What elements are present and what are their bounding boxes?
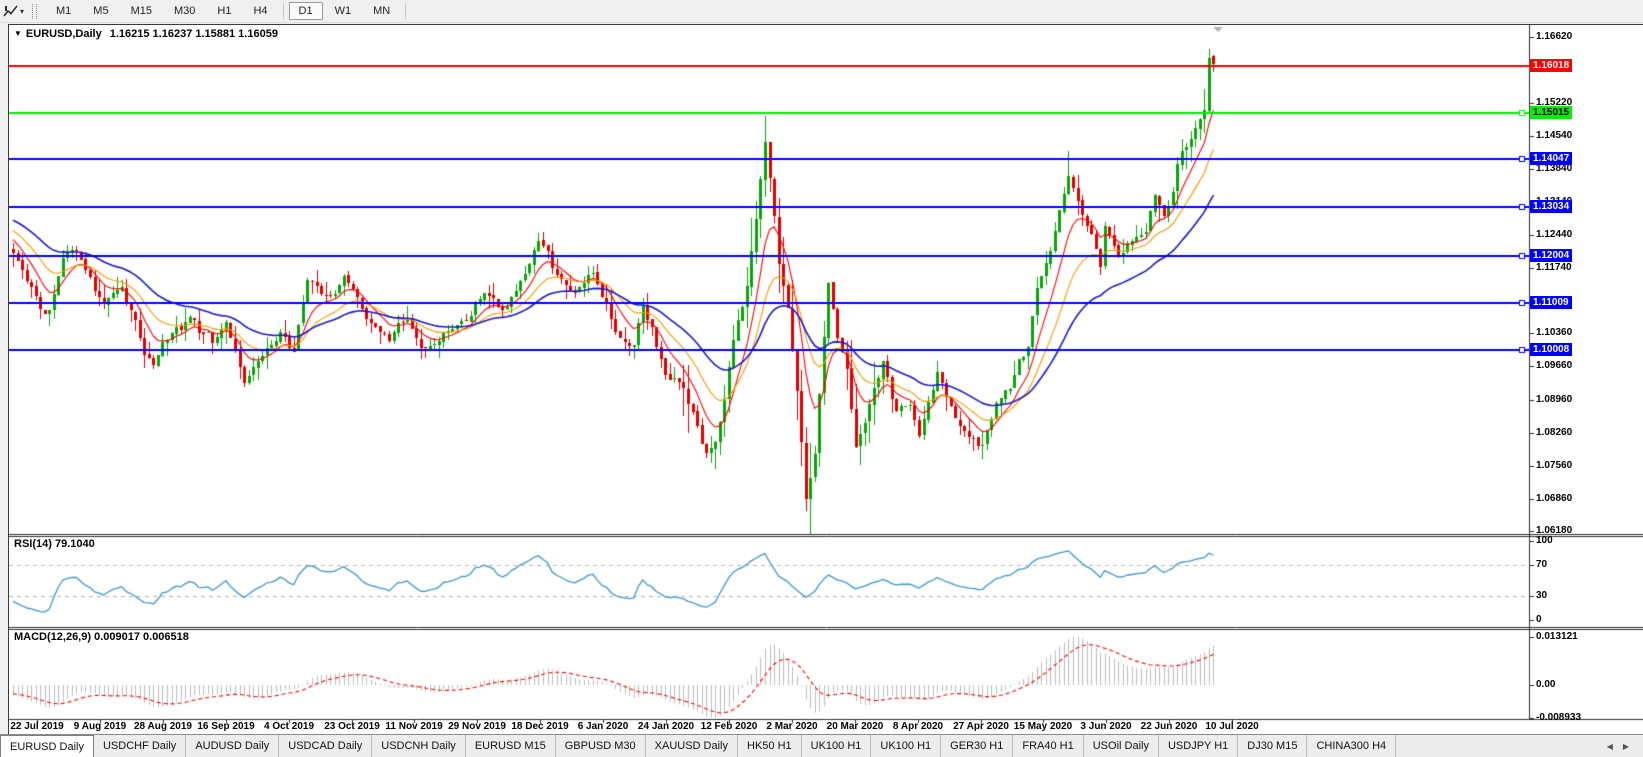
- price-axis-tick: 1.12440: [1536, 229, 1572, 240]
- date-axis-label: 27 Apr 2020: [953, 721, 1009, 732]
- timeframe-toolbar: ▾ M1M5M15M30H1H4 D1W1MN: [0, 0, 1643, 23]
- chart-tab-xauusd-daily[interactable]: XAUUSD Daily: [646, 735, 738, 757]
- line-chart-icon: [3, 4, 19, 18]
- hline-price-label[interactable]: 1.15015: [1530, 106, 1572, 119]
- macd-axis-tick: 0.013121: [1536, 631, 1578, 642]
- chart-tools-dropdown-icon[interactable]: ▾: [20, 7, 24, 16]
- chart-tab-usoil-daily[interactable]: USOil Daily: [1084, 735, 1159, 757]
- hline-price-label[interactable]: 1.16018: [1530, 59, 1572, 72]
- hline-price-label[interactable]: 1.10008: [1530, 343, 1572, 356]
- date-axis-label: 3 Jun 2020: [1080, 721, 1131, 732]
- chart-tab-eurusd-daily[interactable]: EURUSD Daily: [0, 735, 94, 757]
- timeframe-button-h1[interactable]: H1: [207, 2, 241, 20]
- macd-indicator-label: MACD(12,26,9) 0.009017 0.006518: [14, 631, 189, 643]
- hline-price-label[interactable]: 1.14047: [1530, 152, 1572, 165]
- chart-tab-gbpusd-m30[interactable]: GBPUSD M30: [556, 735, 646, 757]
- rsi-axis-tick: 0: [1536, 614, 1542, 625]
- date-axis-label: 4 Oct 2019: [264, 721, 314, 732]
- chart-tab-fra40-h1[interactable]: FRA40 H1: [1013, 735, 1083, 757]
- chart-window: ▼ EURUSD,Daily 1.16215 1.16237 1.15881 1.1…: [8, 24, 1643, 736]
- chart-tab-china300-h4[interactable]: CHINA300 H4: [1307, 735, 1396, 757]
- toolbar-grip: [32, 4, 37, 19]
- price-axis-tick: 1.14540: [1536, 130, 1572, 141]
- macd-axis-tick: -0.008933: [1536, 712, 1581, 723]
- chart-tab-uk100-h1[interactable]: UK100 H1: [871, 735, 941, 757]
- date-axis-label: 22 Jul 2019: [10, 721, 63, 732]
- timeframe-button-m30[interactable]: M30: [164, 2, 205, 20]
- timeframe-button-h4[interactable]: H4: [243, 2, 277, 20]
- tabs-scroll-left-icon[interactable]: ◀: [1607, 742, 1613, 751]
- price-chart-canvas[interactable]: [9, 25, 1643, 736]
- toolbar-separator: [405, 3, 406, 19]
- chart-tab-uk100-h1[interactable]: UK100 H1: [802, 735, 872, 757]
- hline-price-label[interactable]: 1.13034: [1530, 200, 1572, 213]
- timeframe-button-d1[interactable]: D1: [289, 2, 323, 20]
- date-axis-label: 15 May 2020: [1014, 721, 1072, 732]
- date-axis-label: 2 Mar 2020: [766, 721, 817, 732]
- price-axis-tick: 1.08960: [1536, 394, 1572, 405]
- chart-tab-ger30-h1[interactable]: GER30 H1: [941, 735, 1013, 757]
- timeframe-button-m15[interactable]: M15: [121, 2, 162, 20]
- timeframe-button-m5[interactable]: M5: [83, 2, 118, 20]
- chart-tab-usdcnh-daily[interactable]: USDCNH Daily: [372, 735, 466, 757]
- price-axis-tick: 1.08260: [1536, 427, 1572, 438]
- timeframe-button-w1[interactable]: W1: [325, 2, 362, 20]
- chart-tab-usdcad-daily[interactable]: USDCAD Daily: [279, 735, 372, 757]
- price-axis-tick: 1.07560: [1536, 460, 1572, 471]
- rsi-indicator-label: RSI(14) 79.1040: [14, 538, 95, 550]
- date-axis-label: 8 Apr 2020: [893, 721, 943, 732]
- chart-tools-icon[interactable]: [3, 4, 19, 18]
- date-axis-label: 6 Jan 2020: [578, 721, 629, 732]
- hline-price-label[interactable]: 1.12004: [1530, 249, 1572, 262]
- chart-tab-hk50-h1[interactable]: HK50 H1: [738, 735, 802, 757]
- tabs-scroll-right-icon[interactable]: ▶: [1623, 742, 1629, 751]
- date-axis-label: 16 Sep 2019: [197, 721, 254, 732]
- date-axis-label: 24 Jan 2020: [638, 721, 694, 732]
- price-axis-tick: 1.09660: [1536, 360, 1572, 371]
- toolbar-separator: [283, 3, 284, 19]
- chart-tab-usdjpy-h1[interactable]: USDJPY H1: [1159, 735, 1238, 757]
- chart-symbol-period: EURUSD,Daily: [26, 28, 102, 40]
- chart-tab-usdchf-daily[interactable]: USDCHF Daily: [94, 735, 186, 757]
- chart-tabs-bar: EURUSD DailyUSDCHF DailyAUDUSD DailyUSDC…: [0, 734, 1643, 757]
- chart-ohlc-values: 1.16215 1.16237 1.15881 1.16059: [110, 28, 278, 40]
- chart-tab-dj30-m15[interactable]: DJ30 M15: [1238, 735, 1307, 757]
- date-axis-label: 22 Jun 2020: [1141, 721, 1198, 732]
- date-axis-label: 20 Mar 2020: [827, 721, 884, 732]
- timeframe-buttons: M1M5M15M30H1H4 D1W1MN: [45, 2, 410, 20]
- date-axis-label: 11 Nov 2019: [385, 721, 442, 732]
- timeframe-button-mn[interactable]: MN: [363, 2, 400, 20]
- date-axis-label: 18 Dec 2019: [511, 721, 568, 732]
- rsi-axis-tick: 70: [1536, 559, 1547, 570]
- price-axis-tick: 1.10360: [1536, 327, 1572, 338]
- price-axis-tick: 1.16620: [1536, 31, 1572, 42]
- date-axis-label: 12 Feb 2020: [701, 721, 758, 732]
- chart-tab-audusd-daily[interactable]: AUDUSD Daily: [186, 735, 279, 757]
- rsi-axis-tick: 30: [1536, 590, 1547, 601]
- chart-title: ▼ EURUSD,Daily 1.16215 1.16237 1.15881 1.1…: [14, 28, 278, 40]
- date-axis-label: 9 Aug 2019: [74, 721, 126, 732]
- macd-axis-tick: 0.00: [1536, 679, 1555, 690]
- price-axis-tick: 1.06860: [1536, 493, 1572, 504]
- mt4-terminal: ▾ M1M5M15M30H1H4 D1W1MN ▼ EURUSD,Daily 1.16…: [0, 0, 1643, 757]
- chart-tabs: EURUSD DailyUSDCHF DailyAUDUSD DailyUSDC…: [0, 735, 1396, 757]
- price-axis-tick: 1.11740: [1536, 262, 1572, 273]
- collapse-triangle-icon[interactable]: ▼: [14, 29, 22, 38]
- tabs-scroll-arrows: ◀ ▶: [1593, 735, 1643, 757]
- hline-price-label[interactable]: 1.11009: [1530, 296, 1572, 309]
- date-axis-label: 28 Aug 2019: [134, 721, 192, 732]
- chart-tab-eurusd-m15[interactable]: EURUSD M15: [466, 735, 556, 757]
- rsi-axis-tick: 100: [1536, 535, 1553, 546]
- date-axis-label: 23 Oct 2019: [324, 721, 380, 732]
- date-axis-label: 29 Nov 2019: [448, 721, 506, 732]
- timeframe-button-m1[interactable]: M1: [46, 2, 81, 20]
- date-axis-label: 10 Jul 2020: [1205, 721, 1258, 732]
